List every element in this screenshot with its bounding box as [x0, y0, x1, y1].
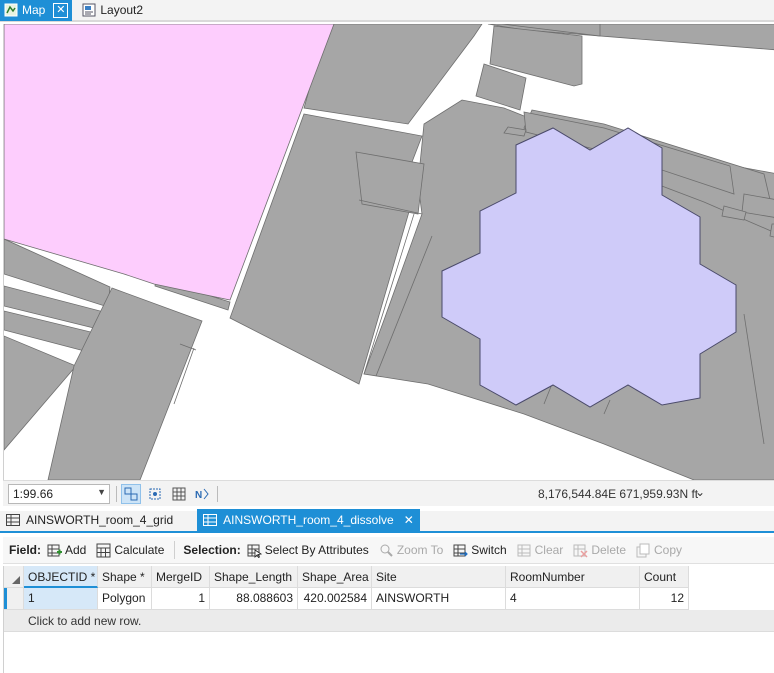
- select-all-corner[interactable]: [4, 566, 24, 588]
- divider: [116, 486, 117, 502]
- table-icon: [6, 514, 20, 526]
- table-header-row: OBJECTID * Shape * MergeID Shape_Length …: [4, 566, 689, 588]
- scale-value: 1:99.66: [13, 487, 54, 501]
- zoom-to-button[interactable]: Zoom To: [379, 543, 443, 558]
- calculate-label: Calculate: [114, 543, 165, 557]
- tab-layout2[interactable]: Layout2: [78, 0, 147, 21]
- divider: [174, 541, 176, 559]
- coordinate-readout: 8,176,544.84E 671,959.93N ft: [538, 487, 699, 501]
- divider: [217, 486, 218, 502]
- zoom-to-icon: [379, 543, 394, 558]
- selection-label: Selection:: [183, 543, 241, 557]
- field-label: Field:: [9, 543, 41, 557]
- column-header-roomnumber[interactable]: RoomNumber: [506, 566, 640, 588]
- column-header-count[interactable]: Count: [640, 566, 689, 588]
- clear-selection-button[interactable]: Clear: [517, 543, 564, 558]
- attribute-table: OBJECTID * Shape * MergeID Shape_Length …: [3, 566, 774, 673]
- copy-label: Copy: [654, 543, 683, 557]
- cell-objectid[interactable]: 1: [24, 588, 98, 610]
- table-toolbar: Field: Add Calculate Selection: Select B…: [3, 537, 774, 564]
- tab-map-label: Map: [22, 3, 46, 17]
- cell-shape-length[interactable]: 88.088603: [210, 588, 298, 610]
- svg-text:N: N: [195, 490, 202, 501]
- switch-label: Switch: [471, 543, 507, 557]
- add-field-icon: [47, 543, 62, 558]
- chevron-down-icon: ▼: [97, 487, 106, 497]
- grid-icon[interactable]: [169, 484, 189, 504]
- tab-label: AINSWORTH_room_4_grid: [26, 513, 174, 527]
- close-icon[interactable]: ✕: [53, 2, 69, 18]
- cell-count[interactable]: 12: [640, 588, 689, 610]
- add-new-row[interactable]: Click to add new row.: [4, 610, 774, 632]
- calculator-icon: [96, 543, 111, 558]
- map-icon: [4, 3, 18, 17]
- clear-icon: [517, 543, 532, 558]
- cell-shape[interactable]: Polygon: [98, 588, 152, 610]
- map-status-tools: N: [116, 484, 218, 504]
- column-header-shape[interactable]: Shape *: [98, 566, 152, 588]
- cell-roomnumber[interactable]: 4: [506, 588, 640, 610]
- topology-icon[interactable]: [145, 484, 165, 504]
- close-icon[interactable]: ✕: [404, 513, 414, 527]
- building-polygon: [355, 151, 425, 215]
- map-canvas: [4, 24, 774, 480]
- delete-label: Delete: [591, 543, 626, 557]
- add-field-button[interactable]: Add: [47, 543, 86, 558]
- layout-icon: [82, 3, 96, 17]
- copy-button[interactable]: Copy: [636, 543, 682, 558]
- column-header-shape-area[interactable]: Shape_Area: [298, 566, 372, 588]
- add-label: Add: [65, 543, 87, 557]
- map-status-bar: 1:99.66 ▼ N 8,176,544.84E 671,959.93N ft…: [3, 480, 774, 506]
- tab-ainsworth-room-4-dissolve[interactable]: AINSWORTH_room_4_dissolve ✕: [197, 509, 420, 531]
- copy-icon: [636, 543, 651, 558]
- delete-button[interactable]: Delete: [573, 543, 626, 558]
- table-row[interactable]: 1 Polygon 1 88.088603 420.002584 AINSWOR…: [4, 588, 689, 610]
- calculate-field-button[interactable]: Calculate: [96, 543, 164, 558]
- column-header-shape-length[interactable]: Shape_Length: [210, 566, 298, 588]
- cell-shape-area[interactable]: 420.002584: [298, 588, 372, 610]
- tab-label: AINSWORTH_room_4_dissolve: [223, 513, 394, 527]
- select-by-attributes-label: Select By Attributes: [264, 543, 369, 557]
- snapping-icon[interactable]: [121, 484, 141, 504]
- table-tab-bar: AINSWORTH_room_4_grid AINSWORTH_room_4_d…: [0, 509, 774, 533]
- switch-selection-button[interactable]: Switch: [453, 543, 507, 558]
- clear-label: Clear: [534, 543, 564, 557]
- scale-selector[interactable]: 1:99.66 ▼: [8, 484, 110, 504]
- select-by-attributes-button[interactable]: Select By Attributes: [247, 543, 369, 558]
- tab-map[interactable]: Map ✕: [0, 0, 73, 21]
- chevron-down-icon[interactable]: ⌄: [695, 485, 705, 499]
- cell-mergeid[interactable]: 1: [152, 588, 210, 610]
- delete-icon: [573, 543, 588, 558]
- tab-layout2-label: Layout2: [100, 3, 144, 17]
- column-header-objectid[interactable]: OBJECTID *: [24, 566, 98, 588]
- switch-icon: [453, 543, 469, 558]
- row-selector[interactable]: [4, 588, 24, 610]
- table-icon: [203, 514, 218, 526]
- cell-site[interactable]: AINSWORTH: [372, 588, 506, 610]
- north-arrow-icon[interactable]: N: [193, 484, 213, 504]
- zoom-to-label: Zoom To: [396, 543, 444, 557]
- map-view[interactable]: [3, 24, 774, 480]
- column-header-site[interactable]: Site: [372, 566, 506, 588]
- select-by-attributes-icon: [247, 543, 262, 558]
- tab-ainsworth-room-4-grid[interactable]: AINSWORTH_room_4_grid: [0, 509, 179, 531]
- column-header-mergeid[interactable]: MergeID: [152, 566, 210, 588]
- document-tab-bar: Map ✕ Layout2: [0, 0, 774, 22]
